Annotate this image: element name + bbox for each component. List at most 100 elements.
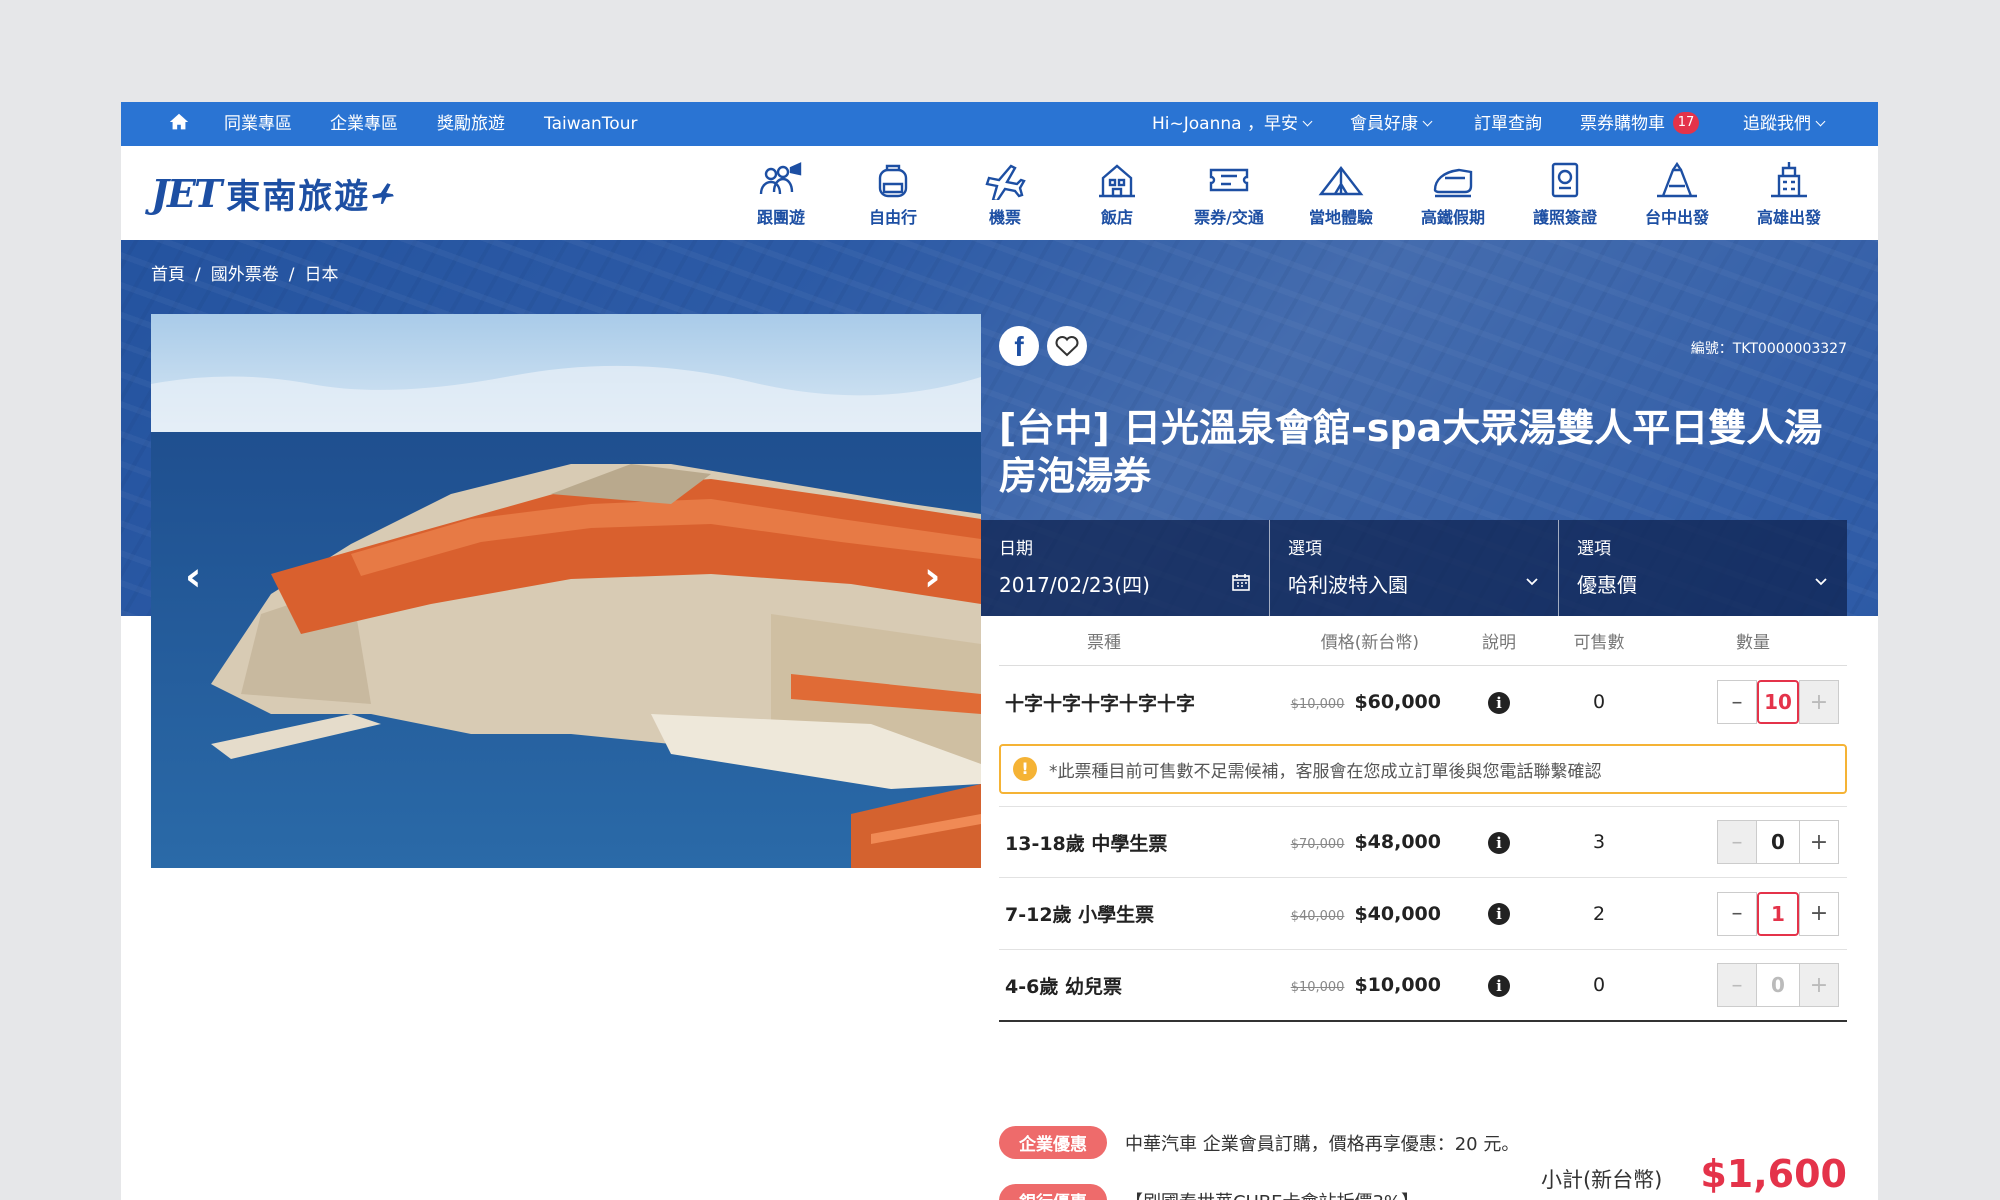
- product-title: [台中] 日光溫泉會館-spa大眾湯雙人平日雙人湯房泡湯券: [999, 406, 1823, 498]
- user-greeting-menu[interactable]: Hi~Joanna ，早安: [1152, 102, 1313, 146]
- sale-price: $60,000: [1354, 691, 1441, 713]
- quantity-input[interactable]: 10: [1757, 680, 1799, 724]
- increase-button[interactable]: +: [1799, 680, 1839, 724]
- info-icon[interactable]: i: [1488, 691, 1510, 714]
- nav-label: 台中出發: [1644, 208, 1709, 227]
- decrease-button[interactable]: –: [1717, 820, 1757, 864]
- quantity-stepper: –10 +: [1659, 680, 1847, 724]
- nav-depart-kaohsiung[interactable]: 高雄出發: [1739, 160, 1839, 228]
- calendar-icon: [1232, 574, 1250, 591]
- promo-tag: 企業優惠: [999, 1126, 1107, 1159]
- browser-page: 同業專區 企業專區 獎勵旅遊 TaiwanTour Hi~Joanna ，早安 …: [121, 102, 1878, 1200]
- option-label: 選項: [1288, 539, 1322, 559]
- member-deals-label: 會員好康: [1350, 114, 1418, 134]
- option-label: 選項: [1577, 539, 1611, 559]
- follow-us-menu[interactable]: 追蹤我們: [1743, 102, 1826, 146]
- option-select-2[interactable]: 選項 優惠價: [1559, 520, 1847, 616]
- breadcrumb-overseas-tickets[interactable]: 國外票卷: [211, 265, 279, 285]
- product-photo: [151, 314, 981, 868]
- date-label: 日期: [999, 539, 1033, 559]
- cart-label: 票券購物車: [1580, 114, 1665, 134]
- photo-next-arrow-icon[interactable]: ›: [924, 557, 940, 597]
- promo-bank: 銀行優惠 【刷國泰世華CUBE卡會站折價3%】: [999, 1184, 1419, 1200]
- nav-free-travel[interactable]: 自由行: [843, 160, 943, 228]
- booking-options-bar: 日期 2017/02/23(四) 選項 哈利波特入園 選項 優惠價: [981, 520, 1847, 616]
- photo-prev-arrow-icon[interactable]: ‹: [185, 557, 201, 597]
- decrease-button[interactable]: –: [1717, 963, 1757, 1007]
- promo-tag: 銀行優惠: [999, 1184, 1107, 1200]
- logo-mark: JET: [151, 170, 222, 216]
- promo-text: 中華汽車 企業會員訂購，價格再享優惠：20 元。: [1125, 1133, 1520, 1155]
- breadcrumb: 首頁 / 國外票卷 / 日本: [151, 265, 339, 285]
- header-price: 價格(新台幣): [1320, 633, 1419, 653]
- date-picker[interactable]: 日期 2017/02/23(四): [981, 520, 1270, 616]
- ticket-icon: [1209, 168, 1249, 192]
- quantity-input[interactable]: 1: [1757, 891, 1799, 936]
- topbar-link-taiwantour[interactable]: TaiwanTour: [544, 102, 637, 146]
- follow-us-label: 追蹤我們: [1743, 114, 1811, 134]
- taichung-icon: [1657, 161, 1697, 198]
- available-count: 0: [1592, 691, 1606, 713]
- info-icon[interactable]: i: [1488, 903, 1510, 925]
- ticket-name: 4-6歲 幼兒票: [1005, 975, 1122, 998]
- nav-label: 票券/交通: [1194, 208, 1264, 227]
- original-price: $40,000: [1290, 908, 1345, 924]
- increase-button[interactable]: +: [1799, 891, 1839, 936]
- decrease-button[interactable]: –: [1717, 891, 1757, 936]
- topbar-link-incentive[interactable]: 獎勵旅遊: [437, 102, 505, 146]
- increase-button[interactable]: +: [1799, 963, 1839, 1007]
- nav-label: 高雄出發: [1756, 208, 1821, 227]
- nav-group-tour[interactable]: 跟團遊: [731, 160, 831, 228]
- increase-button[interactable]: +: [1799, 820, 1839, 864]
- quantity-input[interactable]: 0: [1757, 963, 1799, 1007]
- nav-local-experience[interactable]: 當地體驗: [1291, 160, 1391, 228]
- ticket-cart-link[interactable]: 票券購物車 17: [1580, 102, 1699, 146]
- chevron-down-icon: [1422, 116, 1433, 127]
- topbar-link-trade[interactable]: 同業專區: [224, 102, 292, 146]
- logo-plane-icon: [372, 183, 395, 204]
- member-deals-menu[interactable]: 會員好康: [1350, 102, 1433, 146]
- quantity-stepper: –1 +: [1659, 891, 1847, 936]
- info-icon[interactable]: i: [1488, 974, 1510, 997]
- table-row: 十字十字十字十字十字 $10,000 $60,000 i 0 –10 +: [999, 666, 1847, 738]
- subtotal-label: 小計(新台幣): [1540, 1168, 1663, 1192]
- nav-label: 高鐵假期: [1420, 208, 1485, 227]
- nav-label: 當地體驗: [1308, 208, 1373, 227]
- hotel-icon: [1099, 164, 1135, 198]
- header-available: 可售數: [1573, 633, 1625, 653]
- chevron-down-icon: [1526, 578, 1538, 586]
- warning-icon: !: [1013, 757, 1037, 781]
- original-price: $10,000: [1290, 697, 1345, 712]
- available-count: 2: [1592, 902, 1606, 925]
- option-select-1[interactable]: 選項 哈利波特入園: [1270, 520, 1559, 616]
- waitlist-warning: ! *此票種目前可售數不足需候補，客服會在您成立訂單後與您電話聯繫確認: [999, 744, 1847, 794]
- chevron-down-icon: [1302, 116, 1313, 127]
- nav-depart-taichung[interactable]: 台中出發: [1627, 160, 1727, 228]
- decrease-button[interactable]: –: [1717, 680, 1757, 724]
- nav-tickets-transport[interactable]: 票券/交通: [1179, 160, 1279, 228]
- logo-name: 東南旅遊: [226, 176, 371, 217]
- quantity-input[interactable]: 0: [1757, 820, 1799, 864]
- topbar-link-corporate[interactable]: 企業專區: [330, 102, 398, 146]
- facebook-share-icon[interactable]: f: [999, 326, 1039, 366]
- nav-hsr-holiday[interactable]: 高鐵假期: [1403, 160, 1503, 228]
- sale-price: $10,000: [1354, 974, 1441, 996]
- table-row: 4-6歲 幼兒票 $10,000 $10,000 i 0 –0 +: [999, 950, 1847, 1022]
- tent-icon: [1318, 166, 1364, 196]
- breadcrumb-home[interactable]: 首頁: [151, 265, 185, 285]
- nav-label: 跟團遊: [756, 208, 805, 227]
- home-icon[interactable]: [168, 111, 190, 133]
- favorite-heart-icon[interactable]: [1047, 326, 1087, 366]
- original-price: $70,000: [1290, 837, 1345, 852]
- site-logo[interactable]: JET 東南旅遊: [151, 170, 396, 217]
- passport-icon: [1551, 162, 1579, 198]
- kaohsiung-icon: [1771, 162, 1807, 198]
- nav-flights[interactable]: 機票: [955, 160, 1055, 228]
- backpack-icon: [878, 164, 908, 198]
- main-header: JET 東南旅遊 跟團遊 自由行 機票 飯店 票券/交通 當地體驗 高鐵假期 護…: [121, 146, 1878, 240]
- nav-hotel[interactable]: 飯店: [1067, 160, 1167, 228]
- product-code: 編號：TKT0000003327: [1690, 341, 1847, 357]
- nav-passport-visa[interactable]: 護照簽證: [1515, 160, 1615, 228]
- info-icon[interactable]: i: [1488, 831, 1510, 854]
- order-lookup-link[interactable]: 訂單查詢: [1474, 102, 1542, 146]
